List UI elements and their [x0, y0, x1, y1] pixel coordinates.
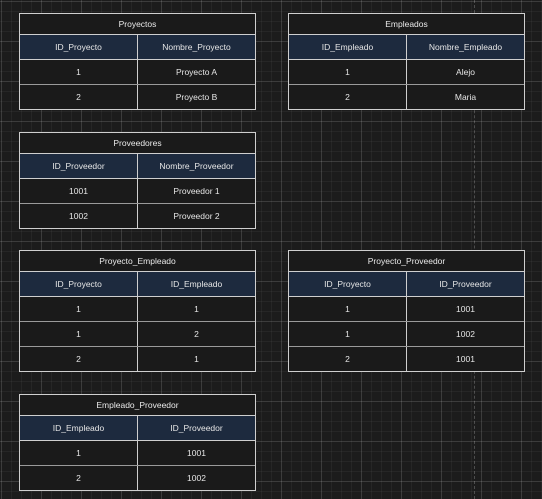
table-cell: 1001	[137, 440, 255, 466]
table-cell: 1002	[137, 465, 255, 490]
column-header: ID_Proyecto	[289, 272, 407, 297]
table-cell: 1001	[20, 178, 138, 204]
table-cell: Proveedor 2	[137, 203, 255, 228]
table-row: 1 2	[20, 321, 255, 347]
column-header: ID_Empleado	[137, 272, 255, 297]
table-cell: 2	[137, 321, 255, 347]
table-empleado-proveedor[interactable]: Empleado_Proveedor ID_Empleado ID_Provee…	[19, 394, 256, 491]
table-cell: 1002	[69, 211, 88, 221]
column-header: ID_Proyecto	[20, 272, 138, 297]
table-row: 1 1	[20, 296, 255, 322]
table-title: Proyecto_Proveedor	[289, 251, 524, 272]
table-empleados[interactable]: Empleados ID_Empleado Nombre_Empleado 1 …	[288, 13, 525, 110]
table-title: Proyectos	[20, 14, 255, 35]
table-cell: 1	[20, 296, 138, 322]
table-row: 2 Maria	[289, 84, 524, 109]
table-proyecto-empleado[interactable]: Proyecto_Empleado ID_Proyecto ID_Emplead…	[19, 250, 256, 372]
table-cell: 2	[76, 354, 81, 364]
table-row: 2 1	[20, 346, 255, 371]
column-header: ID_Proveedor	[20, 154, 138, 179]
table-cell: Maria	[406, 84, 524, 109]
table-grid: ID_Proyecto Nombre_Proyecto 1 Proyecto A…	[20, 35, 255, 109]
table-cell: Alejo	[406, 59, 524, 85]
column-header: ID_Empleado	[20, 416, 138, 441]
table-cell: Proyecto A	[137, 59, 255, 85]
table-row: 2 1001	[289, 346, 524, 371]
header-row: ID_Proyecto ID_Empleado	[20, 272, 255, 297]
table-title: Empleado_Proveedor	[20, 395, 255, 416]
table-cell: 1	[289, 296, 407, 322]
header-row: ID_Empleado ID_Proveedor	[20, 416, 255, 441]
column-header: ID_Empleado	[289, 35, 407, 60]
table-cell: 2	[76, 473, 81, 483]
table-title: Proveedores	[20, 133, 255, 154]
table-cell: 1	[20, 440, 138, 466]
table-cell: 1001	[406, 346, 524, 371]
table-cell: Proveedor 1	[137, 178, 255, 204]
column-header: ID_Proveedor	[406, 272, 524, 297]
header-row: ID_Proyecto ID_Proveedor	[289, 272, 524, 297]
table-grid: ID_Empleado Nombre_Empleado 1 Alejo 2 Ma…	[289, 35, 524, 109]
table-row: 1 1001	[20, 440, 255, 466]
table-cell: 2	[76, 92, 81, 102]
table-cell: 2	[345, 92, 350, 102]
table-cell: 1	[289, 59, 407, 85]
column-header: Nombre_Proveedor	[137, 154, 255, 179]
table-row: 2 1002	[20, 465, 255, 490]
table-grid: ID_Proyecto ID_Empleado 1 1 1 2 2 1	[20, 272, 255, 371]
table-proyecto-proveedor[interactable]: Proyecto_Proveedor ID_Proyecto ID_Provee…	[288, 250, 525, 372]
table-cell: 1002	[406, 321, 524, 347]
table-grid: ID_Empleado ID_Proveedor 1 1001 2 1002	[20, 416, 255, 490]
table-cell: 1	[20, 321, 138, 347]
table-row: 1 1002	[289, 321, 524, 347]
table-row: 1001 Proveedor 1	[20, 178, 255, 204]
column-header: ID_Proyecto	[20, 35, 138, 60]
table-row: 1002 Proveedor 2	[20, 203, 255, 228]
table-row: 2 Proyecto B	[20, 84, 255, 109]
column-header: Nombre_Empleado	[406, 35, 524, 60]
table-row: 1 Alejo	[289, 59, 524, 85]
header-row: ID_Proveedor Nombre_Proveedor	[20, 154, 255, 179]
table-proveedores[interactable]: Proveedores ID_Proveedor Nombre_Proveedo…	[19, 132, 256, 229]
table-cell: 1	[289, 321, 407, 347]
table-row: 1 Proyecto A	[20, 59, 255, 85]
column-header: ID_Proveedor	[137, 416, 255, 441]
table-grid: ID_Proyecto ID_Proveedor 1 1001 1 1002 2…	[289, 272, 524, 371]
table-title: Empleados	[289, 14, 524, 35]
header-row: ID_Empleado Nombre_Empleado	[289, 35, 524, 60]
column-header: Nombre_Proyecto	[137, 35, 255, 60]
table-title: Proyecto_Empleado	[20, 251, 255, 272]
table-row: 1 1001	[289, 296, 524, 322]
table-cell: 1	[137, 346, 255, 371]
header-row: ID_Proyecto Nombre_Proyecto	[20, 35, 255, 60]
table-proyectos[interactable]: Proyectos ID_Proyecto Nombre_Proyecto 1 …	[19, 13, 256, 110]
table-cell: 1	[20, 59, 138, 85]
table-cell: Proyecto B	[137, 84, 255, 109]
table-grid: ID_Proveedor Nombre_Proveedor 1001 Prove…	[20, 154, 255, 228]
table-cell: 2	[345, 354, 350, 364]
table-cell: 1	[137, 296, 255, 322]
table-cell: 1001	[406, 296, 524, 322]
